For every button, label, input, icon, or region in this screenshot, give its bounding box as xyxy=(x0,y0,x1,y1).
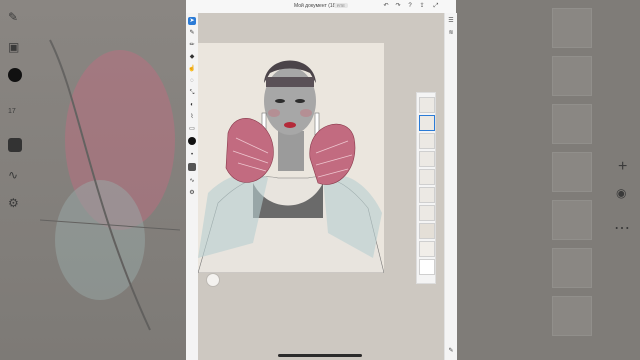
color-swatch[interactable] xyxy=(188,137,196,145)
size-value: 17 xyxy=(8,108,16,115)
eraser-icon[interactable]: ◆ xyxy=(188,53,196,61)
select-tool-icon[interactable]: ➤ xyxy=(188,17,196,25)
undo-icon[interactable]: ↶ xyxy=(382,2,390,10)
layer-thumbnail[interactable] xyxy=(419,97,435,113)
layer-thumbnail[interactable] xyxy=(419,151,435,167)
size-indicator-icon[interactable]: • xyxy=(188,151,196,159)
brush-icon: ✎ xyxy=(8,10,19,24)
ghost-thumb xyxy=(552,56,592,96)
layer-thumbnail[interactable] xyxy=(419,187,435,203)
layer-thumbnail[interactable] xyxy=(419,133,435,149)
brush-tool-icon[interactable]: ✎ xyxy=(188,29,196,37)
wave-icon[interactable]: ∿ xyxy=(188,177,196,185)
top-bar: Мой документ (18) RTE ↶ ↷ ? ⇪ ⤢ xyxy=(186,0,456,14)
adjust-icon[interactable]: ≋ xyxy=(447,29,455,37)
brush-size-control[interactable] xyxy=(206,273,220,287)
layers-icon[interactable]: ☰ xyxy=(447,17,455,25)
redo-icon[interactable]: ↷ xyxy=(394,2,402,10)
smudge-icon[interactable]: ☝ xyxy=(188,65,196,73)
layer-thumbnail[interactable] xyxy=(419,241,435,257)
settings-icon[interactable]: ⚙ xyxy=(188,189,196,197)
portrait-illustration xyxy=(197,43,385,274)
stamp-icon[interactable]: ▭ xyxy=(188,125,196,133)
ghost-thumb xyxy=(552,152,592,192)
fullscreen-icon[interactable]: ⤢ xyxy=(432,2,440,10)
help-icon[interactable]: ? xyxy=(406,2,414,10)
pixel-brush-icon[interactable]: ✏ xyxy=(188,41,196,49)
layer-thumbnail[interactable] xyxy=(419,205,435,221)
opacity-swatch[interactable] xyxy=(188,163,196,171)
eyedropper-icon[interactable]: ⌇ xyxy=(188,113,196,121)
document-title: Мой документ (18) xyxy=(294,3,338,9)
add-icon: + xyxy=(618,158,628,175)
image-icon: ▣ xyxy=(8,40,20,54)
layer-thumbnail[interactable] xyxy=(419,169,435,185)
layer-thumbnail[interactable] xyxy=(419,223,435,239)
layers-panel xyxy=(416,92,436,284)
gray-swatch xyxy=(8,138,22,152)
eye-icon: ◉ xyxy=(616,186,627,200)
pen-settings-icon[interactable]: ✎ xyxy=(447,347,455,355)
background-layer-thumbs xyxy=(552,8,592,344)
ghost-thumb xyxy=(552,104,592,144)
lasso-icon[interactable]: ◌ xyxy=(188,77,196,85)
ghost-thumb xyxy=(552,8,592,48)
layer-thumbnail[interactable] xyxy=(419,259,435,275)
background-sketch xyxy=(40,39,181,331)
title-badge: RTE xyxy=(334,3,348,8)
ghost-thumb xyxy=(552,248,592,288)
settings-icon: ⚙ xyxy=(8,196,19,210)
wave-icon: ∿ xyxy=(8,168,19,182)
drawing-canvas[interactable] xyxy=(197,43,385,274)
background-blur-right xyxy=(456,0,640,360)
layer-thumbnail-selected[interactable] xyxy=(419,115,435,131)
home-indicator xyxy=(278,354,362,357)
fill-icon[interactable]: ◐ xyxy=(188,101,196,109)
share-icon[interactable]: ⇪ xyxy=(418,2,426,10)
more-icon: ⋯ xyxy=(614,220,630,237)
ghost-thumb xyxy=(552,296,592,336)
ghost-thumb xyxy=(552,200,592,240)
color-swatch xyxy=(8,68,22,82)
canvas-area[interactable] xyxy=(197,13,444,360)
transform-icon[interactable]: ⤡ xyxy=(188,89,196,97)
app-window: Мой документ (18) RTE ↶ ↷ ? ⇪ ⤢ ➤ ✎ ✏ ◆ … xyxy=(186,0,457,360)
right-rail: ☰ ≋ ✎ xyxy=(444,13,457,360)
